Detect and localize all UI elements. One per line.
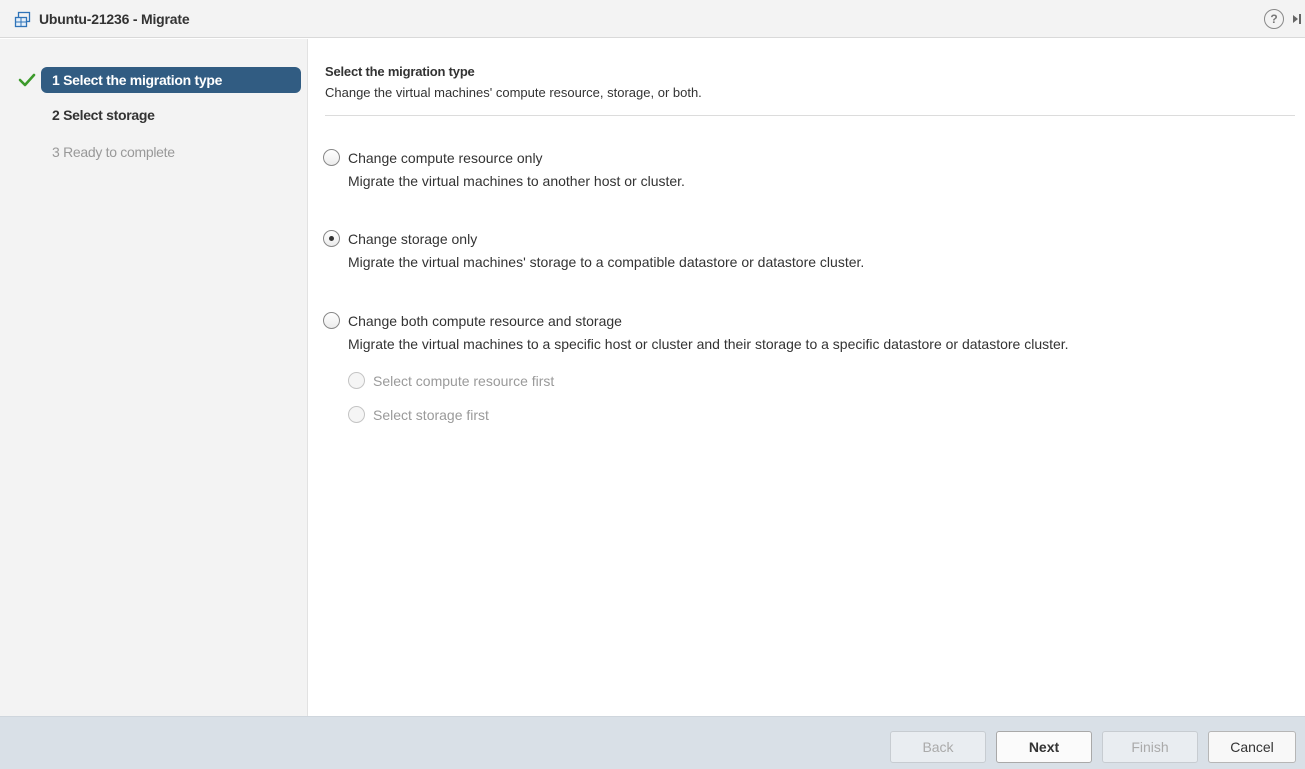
- page-heading: Select the migration type: [325, 64, 475, 79]
- step-label: 2 Select storage: [52, 107, 155, 123]
- finish-button: Finish: [1102, 731, 1198, 763]
- option-label: Select compute resource first: [373, 373, 555, 389]
- option-label: Select storage first: [373, 407, 489, 423]
- dialog-titlebar: Ubuntu-21236 - Migrate ?: [0, 0, 1305, 38]
- option-description: Migrate the virtual machines to a specif…: [348, 336, 1069, 352]
- radio-storage-only[interactable]: [323, 230, 340, 247]
- dialog-title: Ubuntu-21236 - Migrate: [39, 11, 190, 27]
- option-label[interactable]: Change compute resource only: [348, 150, 543, 166]
- heading-divider: [325, 115, 1295, 116]
- vm-icon: [14, 11, 31, 28]
- collapse-panel-icon[interactable]: [1291, 12, 1305, 26]
- wizard-steps-sidebar: 1 Select the migration type 2 Select sto…: [0, 39, 308, 716]
- help-icon[interactable]: ?: [1264, 9, 1284, 29]
- option-description: Migrate the virtual machines to another …: [348, 173, 685, 189]
- radio-compute-first: [348, 372, 365, 389]
- option-label[interactable]: Change both compute resource and storage: [348, 313, 622, 329]
- option-label[interactable]: Change storage only: [348, 231, 477, 247]
- dialog-footer: Back Next Finish Cancel: [0, 716, 1305, 769]
- radio-storage-first: [348, 406, 365, 423]
- step-label: 3 Ready to complete: [52, 144, 175, 160]
- step-label: 1 Select the migration type: [52, 72, 223, 88]
- back-button: Back: [890, 731, 986, 763]
- step-ready-to-complete: 3 Ready to complete: [0, 139, 308, 165]
- step-select-migration-type[interactable]: 1 Select the migration type: [0, 67, 308, 93]
- option-description: Migrate the virtual machines' storage to…: [348, 254, 865, 270]
- page-subheading: Change the virtual machines' compute res…: [325, 85, 702, 100]
- radio-compute-and-storage[interactable]: [323, 312, 340, 329]
- step-select-storage[interactable]: 2 Select storage: [0, 102, 308, 128]
- wizard-main-panel: Select the migration type Change the vir…: [309, 39, 1305, 716]
- next-button[interactable]: Next: [996, 731, 1092, 763]
- cancel-button[interactable]: Cancel: [1208, 731, 1296, 763]
- check-icon: [18, 73, 36, 87]
- radio-compute-only[interactable]: [323, 149, 340, 166]
